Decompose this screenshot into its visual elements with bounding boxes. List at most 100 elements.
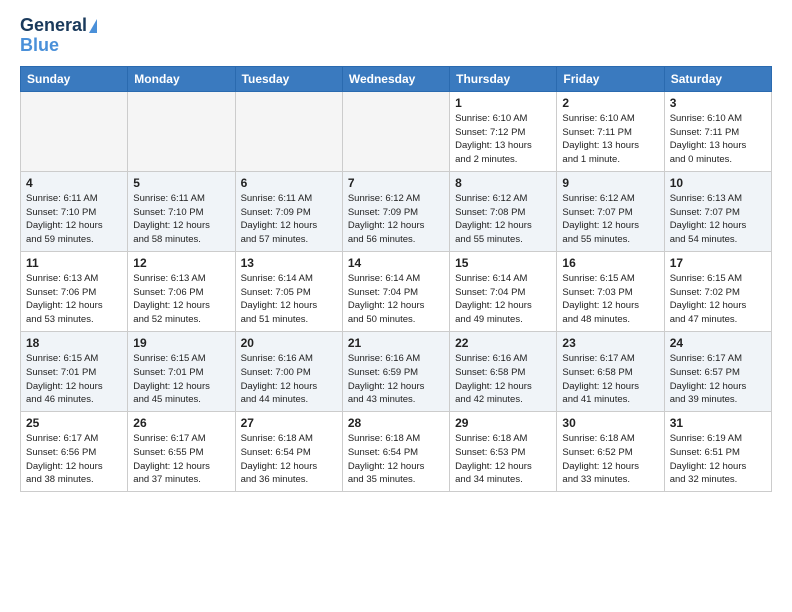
calendar-day-cell: 15 Sunrise: 6:14 AM Sunset: 7:04 PM Dayli… bbox=[450, 251, 557, 331]
calendar-day-cell: 21 Sunrise: 6:16 AM Sunset: 6:59 PM Dayli… bbox=[342, 331, 449, 411]
page-header: General Blue bbox=[20, 16, 772, 56]
calendar-day-cell: 26 Sunrise: 6:17 AM Sunset: 6:55 PM Dayli… bbox=[128, 412, 235, 492]
day-info: Sunrise: 6:12 AM Sunset: 7:09 PM Dayligh… bbox=[348, 192, 444, 247]
calendar-header-row: SundayMondayTuesdayWednesdayThursdayFrid… bbox=[21, 66, 772, 91]
logo-triangle-icon bbox=[89, 19, 97, 33]
calendar-day-cell: 23Sunrise: 6:17 AM Sunset: 6:58 PM Dayli… bbox=[557, 331, 664, 411]
day-info: Sunrise: 6:15 AM Sunset: 7:01 PM Dayligh… bbox=[26, 352, 122, 407]
day-number: 28 bbox=[348, 416, 444, 430]
day-number: 19 bbox=[133, 336, 229, 350]
day-number: 20 bbox=[241, 336, 337, 350]
day-info: Sunrise: 6:15 AM Sunset: 7:02 PM Dayligh… bbox=[670, 272, 766, 327]
calendar-day-cell: 13 Sunrise: 6:14 AM Sunset: 7:05 PM Dayli… bbox=[235, 251, 342, 331]
day-info: Sunrise: 6:16 AM Sunset: 6:59 PM Dayligh… bbox=[348, 352, 444, 407]
calendar-day-cell: 16 Sunrise: 6:15 AM Sunset: 7:03 PM Dayli… bbox=[557, 251, 664, 331]
day-number: 12 bbox=[133, 256, 229, 270]
calendar-day-cell: 27 Sunrise: 6:18 AM Sunset: 6:54 PM Dayli… bbox=[235, 412, 342, 492]
calendar-day-cell: 8 Sunrise: 6:12 AM Sunset: 7:08 PM Daylig… bbox=[450, 171, 557, 251]
calendar-day-cell: 3Sunrise: 6:10 AM Sunset: 7:11 PM Daylig… bbox=[664, 91, 771, 171]
day-info: Sunrise: 6:13 AM Sunset: 7:07 PM Dayligh… bbox=[670, 192, 766, 247]
day-number: 21 bbox=[348, 336, 444, 350]
calendar-day-cell bbox=[21, 91, 128, 171]
calendar-day-cell: 31 Sunrise: 6:19 AM Sunset: 6:51 PM Dayli… bbox=[664, 412, 771, 492]
calendar-week-row: 4 Sunrise: 6:11 AM Sunset: 7:10 PM Daylig… bbox=[21, 171, 772, 251]
day-info: Sunrise: 6:15 AM Sunset: 7:03 PM Dayligh… bbox=[562, 272, 658, 327]
col-header-sunday: Sunday bbox=[21, 66, 128, 91]
calendar-week-row: 11Sunrise: 6:13 AM Sunset: 7:06 PM Dayli… bbox=[21, 251, 772, 331]
day-number: 2 bbox=[562, 96, 658, 110]
day-number: 8 bbox=[455, 176, 551, 190]
calendar-week-row: 25 Sunrise: 6:17 AM Sunset: 6:56 PM Dayli… bbox=[21, 412, 772, 492]
day-number: 4 bbox=[26, 176, 122, 190]
day-number: 3 bbox=[670, 96, 766, 110]
calendar-day-cell bbox=[128, 91, 235, 171]
calendar-day-cell: 25 Sunrise: 6:17 AM Sunset: 6:56 PM Dayli… bbox=[21, 412, 128, 492]
day-info: Sunrise: 6:18 AM Sunset: 6:54 PM Dayligh… bbox=[348, 432, 444, 487]
day-number: 27 bbox=[241, 416, 337, 430]
col-header-thursday: Thursday bbox=[450, 66, 557, 91]
calendar-day-cell: 12 Sunrise: 6:13 AM Sunset: 7:06 PM Dayli… bbox=[128, 251, 235, 331]
day-info: Sunrise: 6:18 AM Sunset: 6:53 PM Dayligh… bbox=[455, 432, 551, 487]
day-number: 7 bbox=[348, 176, 444, 190]
day-info: Sunrise: 6:10 AM Sunset: 7:12 PM Dayligh… bbox=[455, 112, 551, 167]
day-info: Sunrise: 6:16 AM Sunset: 7:00 PM Dayligh… bbox=[241, 352, 337, 407]
day-info: Sunrise: 6:12 AM Sunset: 7:07 PM Dayligh… bbox=[562, 192, 658, 247]
day-info: Sunrise: 6:14 AM Sunset: 7:04 PM Dayligh… bbox=[455, 272, 551, 327]
day-info: Sunrise: 6:19 AM Sunset: 6:51 PM Dayligh… bbox=[670, 432, 766, 487]
day-number: 26 bbox=[133, 416, 229, 430]
day-number: 1 bbox=[455, 96, 551, 110]
logo-blue: Blue bbox=[20, 35, 59, 55]
day-number: 25 bbox=[26, 416, 122, 430]
calendar-table: SundayMondayTuesdayWednesdayThursdayFrid… bbox=[20, 66, 772, 492]
calendar-week-row: 1 Sunrise: 6:10 AM Sunset: 7:12 PM Daylig… bbox=[21, 91, 772, 171]
logo-general: General bbox=[20, 16, 87, 36]
calendar-day-cell: 5 Sunrise: 6:11 AM Sunset: 7:10 PM Daylig… bbox=[128, 171, 235, 251]
day-number: 29 bbox=[455, 416, 551, 430]
calendar-day-cell: 7 Sunrise: 6:12 AM Sunset: 7:09 PM Daylig… bbox=[342, 171, 449, 251]
calendar-day-cell: 6Sunrise: 6:11 AM Sunset: 7:09 PM Daylig… bbox=[235, 171, 342, 251]
day-info: Sunrise: 6:14 AM Sunset: 7:04 PM Dayligh… bbox=[348, 272, 444, 327]
day-number: 13 bbox=[241, 256, 337, 270]
day-info: Sunrise: 6:18 AM Sunset: 6:54 PM Dayligh… bbox=[241, 432, 337, 487]
day-number: 23 bbox=[562, 336, 658, 350]
day-number: 14 bbox=[348, 256, 444, 270]
day-info: Sunrise: 6:17 AM Sunset: 6:57 PM Dayligh… bbox=[670, 352, 766, 407]
calendar-day-cell: 11Sunrise: 6:13 AM Sunset: 7:06 PM Dayli… bbox=[21, 251, 128, 331]
calendar-day-cell: 20 Sunrise: 6:16 AM Sunset: 7:00 PM Dayli… bbox=[235, 331, 342, 411]
logo: General Blue bbox=[20, 16, 97, 56]
col-header-saturday: Saturday bbox=[664, 66, 771, 91]
day-number: 9 bbox=[562, 176, 658, 190]
day-info: Sunrise: 6:18 AM Sunset: 6:52 PM Dayligh… bbox=[562, 432, 658, 487]
calendar-day-cell: 19 Sunrise: 6:15 AM Sunset: 7:01 PM Dayli… bbox=[128, 331, 235, 411]
day-number: 15 bbox=[455, 256, 551, 270]
calendar-day-cell: 22Sunrise: 6:16 AM Sunset: 6:58 PM Dayli… bbox=[450, 331, 557, 411]
col-header-friday: Friday bbox=[557, 66, 664, 91]
day-number: 31 bbox=[670, 416, 766, 430]
col-header-monday: Monday bbox=[128, 66, 235, 91]
calendar-day-cell bbox=[342, 91, 449, 171]
day-info: Sunrise: 6:11 AM Sunset: 7:10 PM Dayligh… bbox=[133, 192, 229, 247]
calendar-day-cell: 30 Sunrise: 6:18 AM Sunset: 6:52 PM Dayli… bbox=[557, 412, 664, 492]
day-number: 17 bbox=[670, 256, 766, 270]
calendar-day-cell: 17 Sunrise: 6:15 AM Sunset: 7:02 PM Dayli… bbox=[664, 251, 771, 331]
calendar-day-cell: 4Sunrise: 6:11 AM Sunset: 7:10 PM Daylig… bbox=[21, 171, 128, 251]
day-info: Sunrise: 6:10 AM Sunset: 7:11 PM Dayligh… bbox=[562, 112, 658, 167]
day-number: 24 bbox=[670, 336, 766, 350]
day-info: Sunrise: 6:11 AM Sunset: 7:09 PM Dayligh… bbox=[241, 192, 337, 247]
calendar-day-cell bbox=[235, 91, 342, 171]
col-header-tuesday: Tuesday bbox=[235, 66, 342, 91]
day-number: 30 bbox=[562, 416, 658, 430]
day-info: Sunrise: 6:15 AM Sunset: 7:01 PM Dayligh… bbox=[133, 352, 229, 407]
day-info: Sunrise: 6:13 AM Sunset: 7:06 PM Dayligh… bbox=[133, 272, 229, 327]
calendar-week-row: 18Sunrise: 6:15 AM Sunset: 7:01 PM Dayli… bbox=[21, 331, 772, 411]
day-info: Sunrise: 6:17 AM Sunset: 6:56 PM Dayligh… bbox=[26, 432, 122, 487]
day-number: 5 bbox=[133, 176, 229, 190]
calendar-day-cell: 18Sunrise: 6:15 AM Sunset: 7:01 PM Dayli… bbox=[21, 331, 128, 411]
day-info: Sunrise: 6:13 AM Sunset: 7:06 PM Dayligh… bbox=[26, 272, 122, 327]
calendar-day-cell: 1 Sunrise: 6:10 AM Sunset: 7:12 PM Daylig… bbox=[450, 91, 557, 171]
calendar-day-cell: 28 Sunrise: 6:18 AM Sunset: 6:54 PM Dayli… bbox=[342, 412, 449, 492]
day-number: 16 bbox=[562, 256, 658, 270]
day-info: Sunrise: 6:12 AM Sunset: 7:08 PM Dayligh… bbox=[455, 192, 551, 247]
day-info: Sunrise: 6:14 AM Sunset: 7:05 PM Dayligh… bbox=[241, 272, 337, 327]
day-info: Sunrise: 6:17 AM Sunset: 6:55 PM Dayligh… bbox=[133, 432, 229, 487]
